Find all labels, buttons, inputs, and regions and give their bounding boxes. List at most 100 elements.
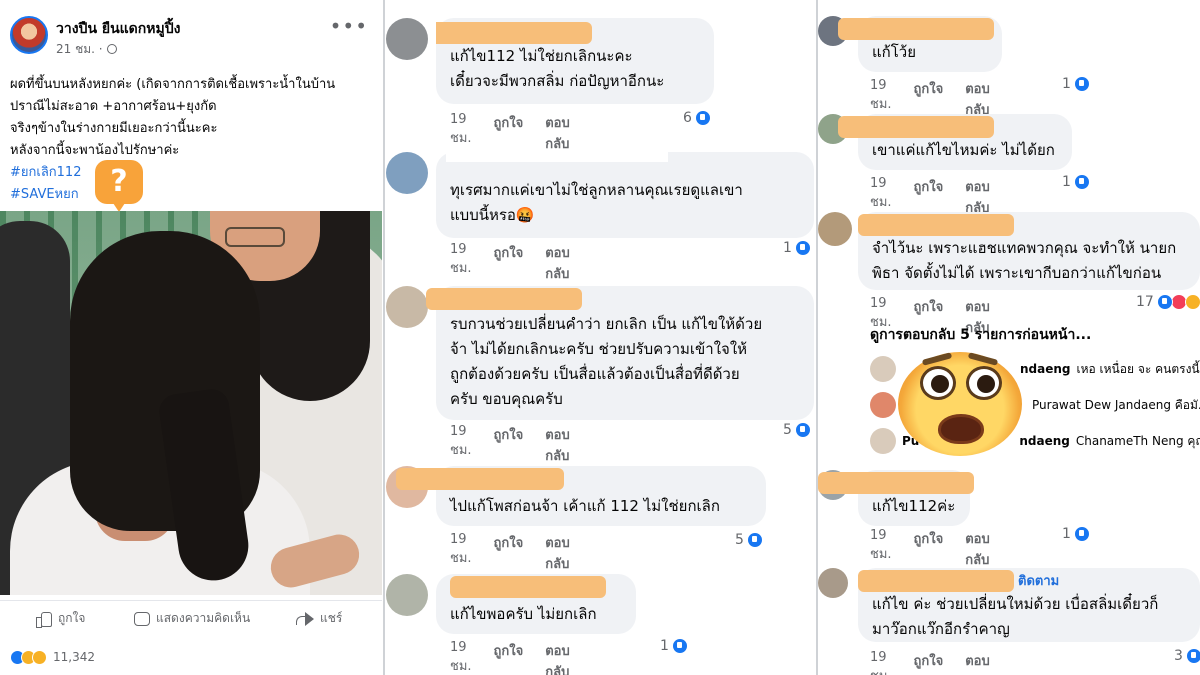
redacted-name[interactable] — [450, 576, 606, 598]
post-text-line: ปราณีไม่สะอาด +อากาศร้อน+ยุงกัด — [10, 99, 217, 114]
comment-text: ไปแก้โพสก่อนจ้า เค้าแก้ 112 ไม่ใช่ยกเลิก — [450, 497, 720, 515]
comment-meta: 19 ชม. ถูกใจ ตอบกลับ — [450, 242, 570, 284]
comment-reply-link[interactable]: ตอบกลับ — [545, 112, 570, 154]
comment-bubble: รบกวนช่วยเปลี่ยนคำว่า ยกเลิก เป็น แก้ไขใ… — [426, 286, 814, 420]
post-text-line: จริงๆข้างในร่างกายมีเยอะกว่านี้นะคะ — [10, 121, 218, 136]
redacted-name[interactable] — [426, 288, 582, 310]
comment-reaction-count[interactable]: 1 — [1062, 174, 1090, 190]
comment-meta: 19 ชม. ถูกใจ ตอบกลับ — [450, 640, 570, 675]
comments-column-middle: แก้ไข112 ไม่ใช่ยกเลิกนะคะ เดี๋ยวจะมีพวกส… — [386, 0, 814, 675]
commenter-avatar[interactable] — [386, 574, 428, 616]
comment-text: ทุเรศมากแค่เขาไม่ใช่ลูกหลานคุณเรยดูแลเขา… — [450, 181, 743, 224]
commenter-avatar[interactable] — [386, 152, 428, 194]
comment-time[interactable]: 19 ชม. — [450, 424, 472, 466]
redacted-name[interactable] — [436, 22, 592, 44]
comment-reaction-count[interactable]: 1 — [1062, 526, 1090, 542]
reply-avatar — [870, 356, 896, 382]
author-avatar[interactable] — [10, 16, 48, 54]
comment-time[interactable]: 19 ชม. — [450, 112, 472, 154]
share-label: แชร์ — [320, 611, 343, 625]
comment-like-link[interactable]: ถูกใจ — [914, 528, 944, 570]
reaction-summary[interactable]: 11,342 — [10, 648, 95, 666]
redacted-name[interactable] — [838, 116, 994, 138]
redacted-name[interactable] — [858, 214, 1014, 236]
comment-reaction-count[interactable]: 3 — [1174, 648, 1200, 664]
redacted-name[interactable] — [858, 570, 1014, 592]
post-photo[interactable] — [0, 211, 382, 595]
comment-reaction-count[interactable]: 1 — [1062, 76, 1090, 92]
share-button[interactable]: แชร์ — [296, 609, 342, 628]
post-timestamp[interactable]: 21 ชม. · — [56, 40, 117, 59]
follow-link[interactable]: ติดตาม — [1018, 569, 1059, 594]
post-header: วางปืน ยืนแดกหมูปิ้ง 21 ชม. · ••• — [10, 14, 374, 58]
comment-bubble: จำไว้นะ เพราะแฮชแทคพวกคุณ จะทำให้ นายก พ… — [858, 212, 1200, 290]
like-icon — [1185, 648, 1200, 664]
comment-time[interactable]: 19 ชม. — [450, 532, 472, 574]
post-author-name[interactable]: วางปืน ยืนแดกหมูปิ้ง — [56, 18, 180, 40]
like-icon — [1073, 526, 1090, 542]
comment-reply-link[interactable]: ตอบกลับ — [545, 424, 570, 466]
post-text-line: หลังจากนี้จะพาน้องไปรักษาค่ะ — [10, 143, 180, 158]
hot-face-emoji-icon — [898, 352, 1022, 456]
reply-text: ChanameTh Neng คุณ... — [1075, 433, 1200, 448]
comment-like-link[interactable]: ถูกใจ — [494, 424, 524, 466]
comment-time[interactable]: 19 ชม. — [450, 242, 472, 284]
comment-reaction-count[interactable]: 6 — [683, 110, 711, 126]
like-icon — [694, 110, 711, 126]
comment-reaction-count[interactable]: 5 — [783, 422, 811, 438]
comment-meta: 19 ชม. ถูกใจ ตอบกลับ — [870, 650, 990, 675]
question-mark-badge: ? — [95, 160, 143, 212]
comment-text: เขาแค่แก้ไขไหมค่ะ ไม่ได้ยก — [872, 141, 1055, 159]
hashtag-link[interactable]: #SAVEหยก — [10, 184, 376, 206]
like-icon — [1073, 174, 1090, 190]
comment-time[interactable]: 19 ชม. — [870, 528, 892, 570]
commenter-avatar[interactable] — [386, 286, 428, 328]
sad-reaction-icon — [32, 649, 47, 665]
redacted-name[interactable] — [396, 468, 564, 490]
comment-reaction-count[interactable]: 17 — [1136, 294, 1200, 310]
globe-icon — [106, 44, 117, 54]
comment-text: รบกวนช่วยเปลี่ยนคำว่า ยกเลิก เป็น แก้ไขใ… — [450, 315, 763, 408]
comment-like-link[interactable]: ถูกใจ — [914, 650, 944, 675]
redacted-name[interactable] — [838, 18, 994, 40]
comment-text: จำไว้นะ เพราะแฮชแทคพวกคุณ จะทำให้ นายก พ… — [872, 239, 1177, 282]
comment-bubble: แก้โว้ย — [838, 16, 1002, 72]
share-icon — [296, 611, 314, 626]
comment-reply-link[interactable]: ตอบกลับ — [545, 532, 570, 574]
facebook-post: วางปืน ยืนแดกหมูปิ้ง 21 ชม. · ••• ผดที่ข… — [0, 0, 384, 675]
comment-bubble: แก้ไข112ค่ะ — [818, 470, 974, 526]
comment-reaction-count[interactable]: 5 — [735, 532, 763, 548]
comment-reply-link[interactable]: ตอบกลับ — [965, 650, 990, 675]
commenter-avatar[interactable] — [386, 18, 428, 60]
comment-reaction-count[interactable]: 1 — [660, 638, 688, 654]
redacted-name[interactable] — [818, 472, 974, 494]
comment-meta: 19 ชม. ถูกใจ ตอบกลับ — [450, 112, 570, 154]
comment-time[interactable]: 19 ชม. — [450, 640, 472, 675]
more-options-icon[interactable]: ••• — [330, 14, 368, 38]
commenter-avatar[interactable] — [818, 568, 848, 598]
view-previous-replies-link[interactable]: ดูการตอบกลับ 5 รายการก่อนหน้า... — [870, 324, 1091, 346]
comment-reaction-count[interactable]: 1 — [783, 240, 811, 256]
comment-like-link[interactable]: ถูกใจ — [494, 532, 524, 574]
redacted-name[interactable] — [446, 152, 668, 162]
comment-reply-link[interactable]: ตอบกลับ — [965, 528, 990, 570]
comment-reply-link[interactable]: ตอบกลับ — [545, 242, 570, 284]
like-icon — [746, 532, 763, 548]
like-button[interactable]: ถูกใจ — [36, 609, 85, 628]
comment-text: แก้โว้ย — [872, 43, 917, 61]
comment-like-link[interactable]: ถูกใจ — [494, 242, 524, 284]
hashtag-link[interactable]: #ยกเลิก112 — [10, 162, 376, 184]
reaction-count: 11,342 — [53, 650, 95, 664]
comment-button[interactable]: แสดงความคิดเห็น — [134, 609, 250, 628]
comment-bubble: แก้ไขพอครับ ไม่ยกเลิก — [436, 574, 636, 634]
comment-like-link[interactable]: ถูกใจ — [494, 640, 524, 675]
comment-time[interactable]: 19 ชม. — [870, 650, 892, 675]
comment-text: แก้ไข112 ไม่ใช่ยกเลิกนะคะ เดี๋ยวจะมีพวกส… — [450, 47, 665, 90]
comment-bubble: ทุเรศมากแค่เขาไม่ใช่ลูกหลานคุณเรยดูแลเขา… — [436, 152, 814, 238]
like-icon — [671, 638, 688, 654]
comment-bubble: เขาแค่แก้ไขไหมค่ะ ไม่ได้ยก — [838, 114, 1072, 170]
comment-label: แสดงความคิดเห็น — [156, 611, 251, 625]
comment-reply-link[interactable]: ตอบกลับ — [545, 640, 570, 675]
comment-like-link[interactable]: ถูกใจ — [494, 112, 524, 154]
commenter-avatar[interactable] — [818, 212, 852, 246]
